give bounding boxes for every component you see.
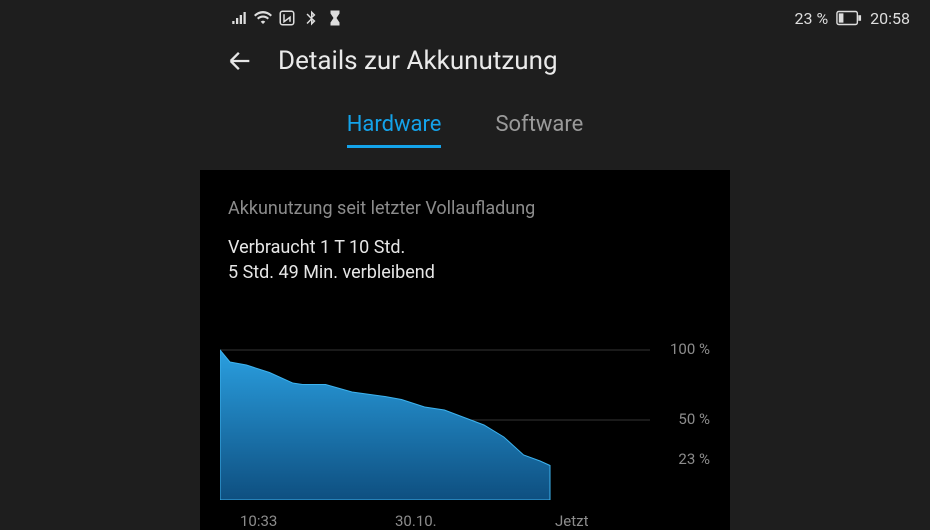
- page-title: Details zur Akkunutzung: [278, 46, 558, 76]
- tab-software[interactable]: Software: [495, 112, 583, 148]
- remaining-text: 5 Std. 49 Min. verbleibend: [200, 260, 730, 283]
- hourglass-icon: [326, 9, 344, 27]
- y-tick-label: 50 %: [678, 410, 710, 428]
- tab-bar: Hardware Software: [0, 112, 930, 148]
- consumed-text: Verbraucht 1 T 10 Std.: [200, 233, 730, 260]
- y-tick-label: 100 %: [670, 340, 710, 358]
- x-tick-label: 10:33: [240, 512, 277, 530]
- bluetooth-icon: [302, 9, 320, 27]
- nfc-icon: [278, 9, 296, 27]
- status-bar: 23 % 20:58: [0, 4, 930, 32]
- y-tick-label: 23 %: [678, 450, 710, 468]
- wifi-icon: [254, 9, 272, 27]
- signal-icon: [230, 9, 248, 27]
- x-tick-label: Jetzt: [555, 512, 589, 530]
- battery-percent-text: 23 %: [794, 9, 828, 28]
- battery-icon: [836, 9, 862, 27]
- x-tick-label: 30.10.: [395, 512, 437, 530]
- tab-hardware[interactable]: Hardware: [347, 112, 442, 148]
- clock-text: 20:58: [870, 9, 910, 28]
- page-header: Details zur Akkunutzung: [226, 46, 558, 76]
- section-title: Akkunutzung seit letzter Vollaufladung: [200, 170, 730, 233]
- battery-chart: 100 % 50 % 23 % 10:33 30.10. Jetzt: [200, 330, 730, 530]
- back-button[interactable]: [226, 47, 254, 75]
- battery-panel: Akkunutzung seit letzter Vollaufladung V…: [200, 170, 730, 530]
